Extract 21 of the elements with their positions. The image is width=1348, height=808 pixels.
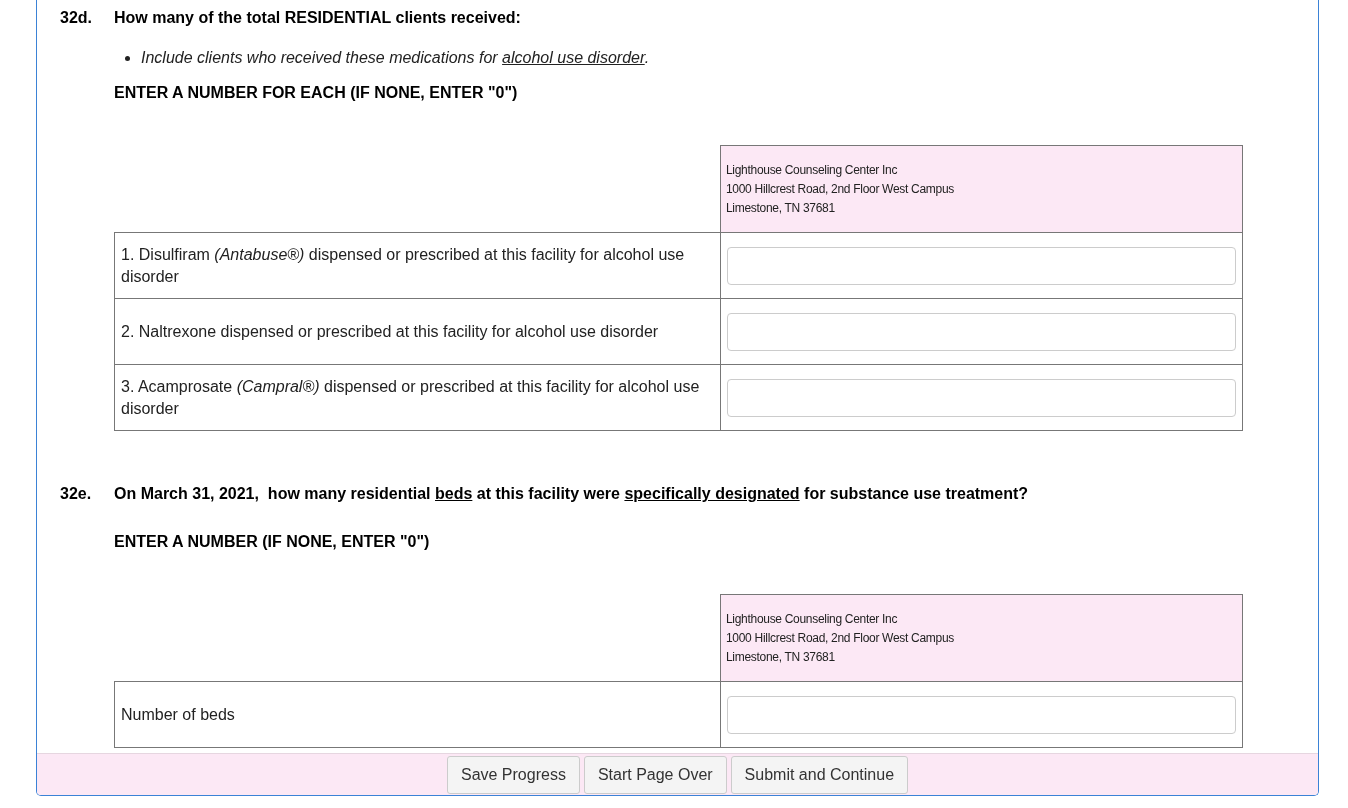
number-field[interactable] (727, 695, 1236, 734)
question-text: How many of the total RESIDENTIAL clients received: (114, 8, 521, 28)
number-field[interactable] (727, 378, 1236, 417)
instruction-text: ENTER A NUMBER (IF NONE, ENTER "0") (114, 532, 431, 552)
row-label: 1. Disulfiram (Antabuse®) dispensed or prescribed at this facility for alcohol use disorder (114, 232, 721, 299)
question-number: 32d. (60, 8, 93, 28)
form-button[interactable]: Submit and Continue (730, 755, 909, 794)
number-field[interactable] (727, 246, 1236, 285)
row-label: Number of beds (114, 681, 721, 748)
form-button[interactable]: Save Progress (446, 755, 580, 794)
facility-header: Lighthouse Counseling Center Inc 1000 Hillcrest Road, 2nd Floor West Campus Limestone, TN 37681 (720, 145, 1243, 233)
row-label: 2. Naltrexone dispensed or prescribed at this facility for alcohol use disorder (114, 298, 721, 365)
form-button[interactable]: Start Page Over (583, 755, 727, 794)
question-number: 32e. (60, 484, 93, 504)
row-label: 3. Acamprosate (Campral®) dispensed or prescribed at this facility for alcohol use disorder (114, 364, 721, 431)
facility-header: Lighthouse Counseling Center Inc 1000 Hillcrest Road, 2nd Floor West Campus Limestone, TN 37681 (720, 594, 1243, 682)
question-text: On March 31, 2021, how many residential beds at this facility were specifically designated for substance use treatment? (114, 484, 1029, 504)
instruction-text: ENTER A NUMBER FOR EACH (IF NONE, ENTER "0") (114, 83, 519, 103)
bullet-icon (125, 55, 130, 61)
number-field[interactable] (727, 312, 1236, 351)
bullet-text: Include clients who received these medications for alcohol use disorder. (141, 48, 650, 68)
